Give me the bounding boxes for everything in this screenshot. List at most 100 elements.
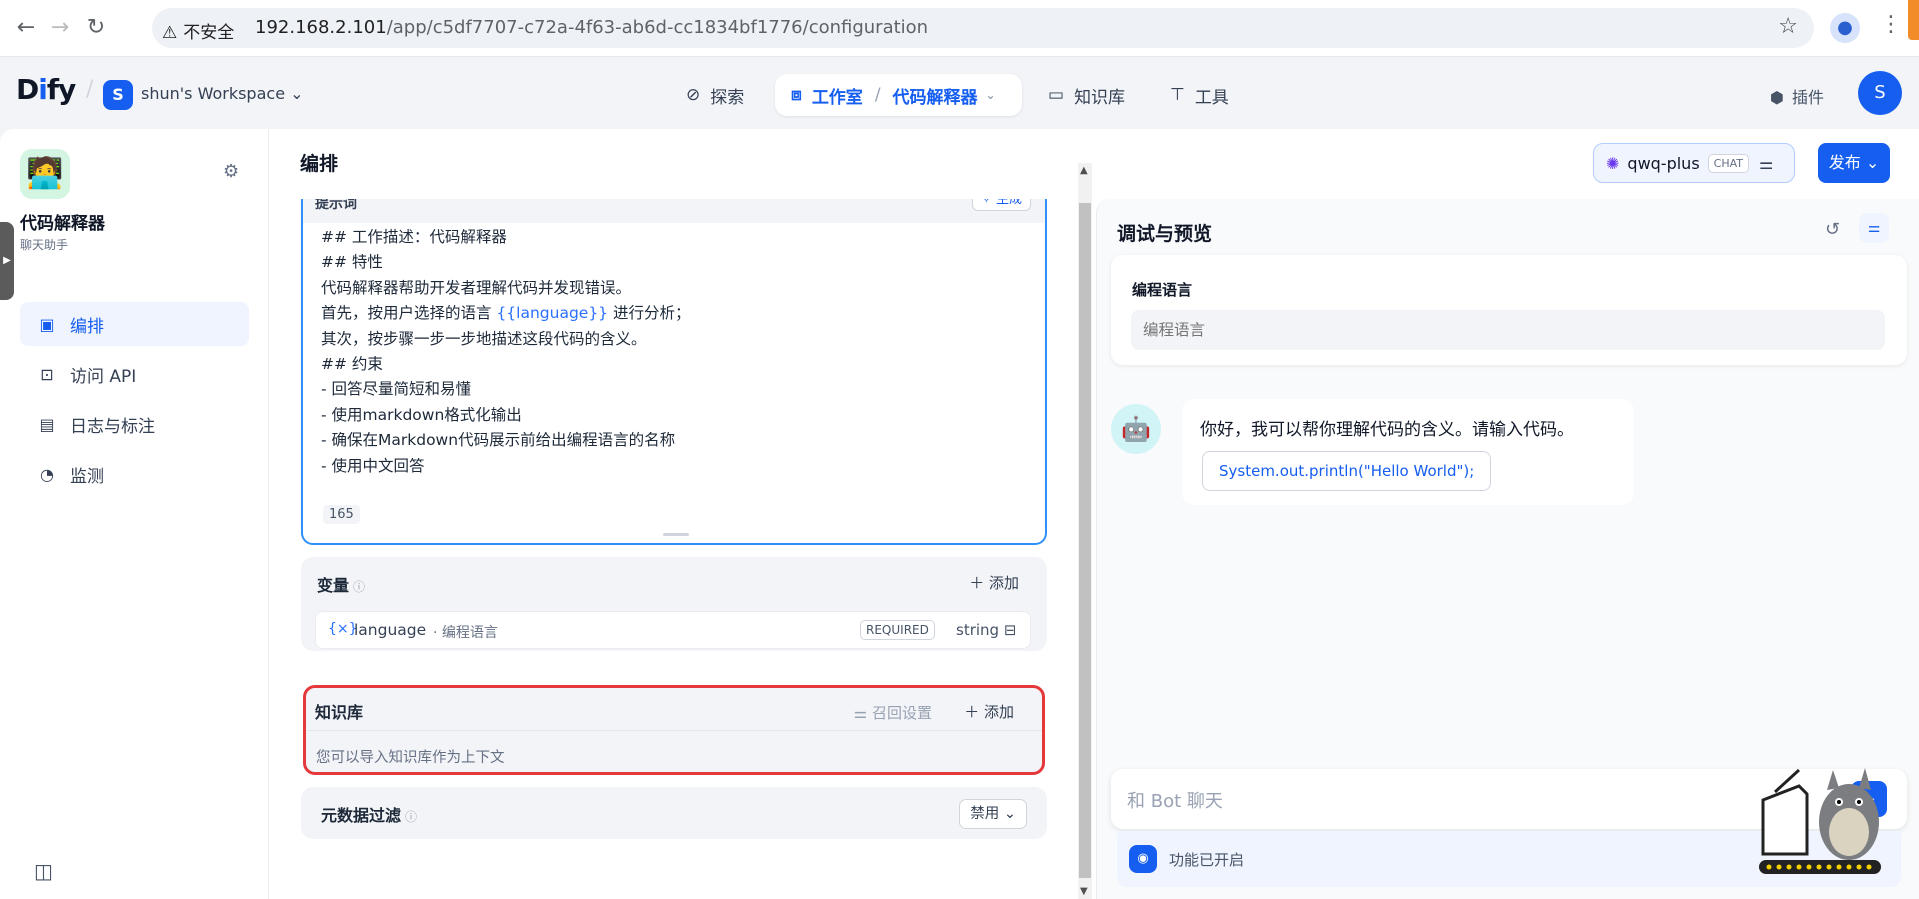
settings-icon: ⚌ bbox=[853, 704, 868, 722]
variables-card: 变量 ⓘ ＋ 添加 {×} language · 编程语言 REQUIRED st… bbox=[301, 557, 1047, 651]
variable-name: language bbox=[354, 621, 427, 639]
workspace-switcher[interactable]: shun's Workspace ⌄ bbox=[141, 84, 304, 103]
hammer-icon: ⊤ bbox=[1170, 85, 1185, 105]
chevron-down-icon: ⌄ bbox=[290, 84, 304, 103]
resize-handle[interactable] bbox=[663, 533, 689, 536]
knowledge-title: 知识库 bbox=[315, 703, 364, 722]
nav-knowledge[interactable]: ▭ 知识库 bbox=[1048, 75, 1125, 115]
help-icon: ⓘ bbox=[353, 580, 366, 594]
forward-icon[interactable]: → bbox=[46, 14, 74, 42]
chevron-down-icon: ⌄ bbox=[985, 88, 996, 102]
bot-message: 你好，我可以帮你理解代码的含义。请输入代码。 System.out.printl… bbox=[1182, 399, 1634, 505]
variable-row[interactable]: {×} language · 编程语言 REQUIRED string ⊟ bbox=[315, 611, 1031, 649]
generate-button[interactable]: ✧ 生成 bbox=[971, 199, 1031, 211]
robot-icon: ⧈ bbox=[791, 85, 802, 105]
layout-icon: ▣ bbox=[39, 314, 55, 334]
nav-explore[interactable]: ⊘ 探索 bbox=[686, 75, 744, 115]
user-avatar[interactable]: S bbox=[1858, 71, 1902, 115]
security-warning[interactable]: ⚠ 不安全 bbox=[162, 18, 234, 43]
browser-edge-marker bbox=[1908, 0, 1919, 40]
sidebar-item-monitor[interactable]: ◔ 监测 bbox=[20, 452, 249, 496]
address-bar[interactable]: ⚠ 不安全 192.168.2.101/app/c5df7707-c72a-4f6… bbox=[152, 8, 1814, 48]
form-icon: ⊟ bbox=[1003, 621, 1017, 639]
gauge-icon: ◔ bbox=[40, 464, 54, 484]
prompt-variable-token: {{language}} bbox=[496, 304, 609, 323]
doc-icon: ▤ bbox=[39, 414, 55, 434]
app-type: 聊天助手 bbox=[20, 238, 69, 252]
model-selector[interactable]: ✺ qwq-plus CHAT ⚌ bbox=[1593, 143, 1795, 183]
variable-type: string ⊟ bbox=[956, 621, 1017, 639]
preview-title: 调试与预览 bbox=[1117, 223, 1213, 245]
chevron-down-icon: ⌄ bbox=[1865, 153, 1880, 172]
side-drawer-handle[interactable]: ▶ bbox=[0, 222, 14, 300]
app-header: Dify / S shun's Workspace ⌄ ⊘ 探索 ⧈ 工作室 / … bbox=[0, 57, 1919, 129]
current-app-selector[interactable]: 代码解释器 bbox=[893, 83, 978, 108]
suggested-question[interactable]: System.out.println("Hello World"); bbox=[1202, 451, 1492, 491]
metadata-title: 元数据过滤 bbox=[321, 806, 402, 825]
url-text[interactable]: 192.168.2.101/app/c5df7707-c72a-4f63-ab6… bbox=[255, 17, 928, 38]
compass-icon: ⊘ bbox=[686, 85, 701, 105]
knowledge-card: 知识库 ⚌ 召回设置 ＋ 添加 您可以导入知识库作为上下文 bbox=[303, 685, 1045, 775]
variables-title: 变量 bbox=[317, 576, 350, 595]
chat-placeholder: 和 Bot 聊天 bbox=[1127, 791, 1223, 812]
nav-tools[interactable]: ⊤ 工具 bbox=[1170, 75, 1229, 115]
back-icon[interactable]: ← bbox=[12, 14, 40, 42]
dify-logo[interactable]: Dify bbox=[16, 73, 76, 106]
model-logo-icon: ✺ bbox=[1606, 153, 1620, 173]
prompt-text[interactable]: ## 工作描述：代码解释器 ## 特性 代码解释器帮助开发者理解代码并发现错误。 首先… bbox=[321, 225, 691, 479]
help-icon: ⓘ bbox=[405, 810, 418, 824]
mascot-sticker bbox=[1755, 760, 1885, 880]
sidebar-item-api[interactable]: ⊡ 访问 API bbox=[20, 352, 249, 396]
sparkle-icon: ✧ bbox=[980, 199, 992, 207]
publish-button[interactable]: 发布 ⌄ bbox=[1818, 143, 1890, 183]
app-sidebar: 🧑‍💻 ⚙ 代码解释器 聊天助手 ▣ 编排 ⊡ 访问 API ▤ 日志与标注 ◔ 监测 … bbox=[0, 129, 269, 899]
cube-icon: ⬢ bbox=[1770, 88, 1784, 107]
terminal-icon: ⊡ bbox=[40, 364, 54, 384]
feature-icon: ◉ bbox=[1129, 845, 1157, 873]
language-input[interactable] bbox=[1131, 310, 1885, 350]
add-knowledge-button[interactable]: ＋ 添加 bbox=[964, 701, 1014, 722]
bot-avatar: 🤖 bbox=[1111, 404, 1161, 454]
sidebar-collapse-icon[interactable]: ◫ bbox=[34, 859, 53, 883]
warning-icon: ⚠ bbox=[162, 23, 178, 43]
chevron-down-icon: ⌄ bbox=[1003, 806, 1016, 822]
model-mode-badge: CHAT bbox=[1707, 153, 1749, 173]
variable-description: · 编程语言 bbox=[433, 625, 498, 641]
sidebar-item-logs[interactable]: ▤ 日志与标注 bbox=[20, 402, 249, 446]
plugins-button[interactable]: ⬢ 插件 bbox=[1770, 84, 1824, 108]
book-icon: ▭ bbox=[1048, 85, 1065, 105]
prompt-editor[interactable]: 提示词 ✧ 生成 ## 工作描述：代码解释器 ## 特性 代码解释器帮助开发者理解代… bbox=[301, 199, 1047, 545]
recall-settings-button[interactable]: ⚌ 召回设置 bbox=[854, 702, 932, 723]
prompt-header: 提示词 ✧ 生成 bbox=[303, 199, 1045, 223]
variables-toggle-icon[interactable]: ⚌ bbox=[1859, 213, 1889, 243]
prompt-label: 提示词 bbox=[315, 199, 357, 212]
browser-toolbar: ← → ↻ ⚠ 不安全 192.168.2.101/app/c5df7707-c7… bbox=[0, 0, 1919, 57]
knowledge-hint: 您可以导入知识库作为上下文 bbox=[316, 750, 505, 766]
app-icon: 🧑‍💻 bbox=[20, 149, 70, 199]
main-area: 编排 ✺ qwq-plus CHAT ⚌ 发布 ⌄ 提示词 ✧ 生成 ## 工作… bbox=[269, 129, 1919, 899]
config-panel: 提示词 ✧ 生成 ## 工作描述：代码解释器 ## 特性 代码解释器帮助开发者理解代… bbox=[269, 199, 1089, 899]
panel-scrollbar[interactable]: ▲ ▼ bbox=[1078, 163, 1092, 899]
char-count: 165 bbox=[323, 505, 360, 524]
required-badge: REQUIRED bbox=[860, 620, 935, 640]
reload-icon[interactable]: ↻ bbox=[82, 14, 110, 42]
add-variable-button[interactable]: ＋ 添加 bbox=[969, 572, 1019, 593]
sliders-icon[interactable]: ⚌ bbox=[1759, 154, 1773, 173]
header-divider: / bbox=[86, 77, 94, 102]
app-name: 代码解释器 bbox=[20, 214, 105, 234]
language-input-label: 编程语言 bbox=[1132, 281, 1193, 299]
refresh-icon[interactable]: ↺ bbox=[1825, 219, 1840, 240]
browser-menu-icon[interactable]: ⋮ bbox=[1880, 12, 1902, 37]
user-input-form: 编程语言 bbox=[1111, 255, 1907, 365]
feature-status-text: 功能已开启 bbox=[1169, 851, 1245, 869]
sidebar-item-orchestrate[interactable]: ▣ 编排 bbox=[20, 302, 249, 346]
metadata-filter-select[interactable]: 禁用 ⌄ bbox=[959, 799, 1027, 829]
metadata-filter-card: 元数据过滤 ⓘ 禁用 ⌄ bbox=[301, 787, 1047, 839]
greeting-text: 你好，我可以帮你理解代码的含义。请输入代码。 bbox=[1200, 420, 1574, 440]
browser-profile-icon[interactable]: ● bbox=[1830, 13, 1860, 43]
nav-studio[interactable]: ⧈ 工作室 / 代码解释器 ⌄ bbox=[775, 74, 1022, 116]
page-title: 编排 bbox=[300, 153, 339, 175]
app-settings-icon[interactable]: ⚙ bbox=[223, 161, 239, 182]
workspace-badge[interactable]: S bbox=[103, 80, 133, 110]
bookmark-star-icon[interactable]: ☆ bbox=[1778, 14, 1798, 39]
